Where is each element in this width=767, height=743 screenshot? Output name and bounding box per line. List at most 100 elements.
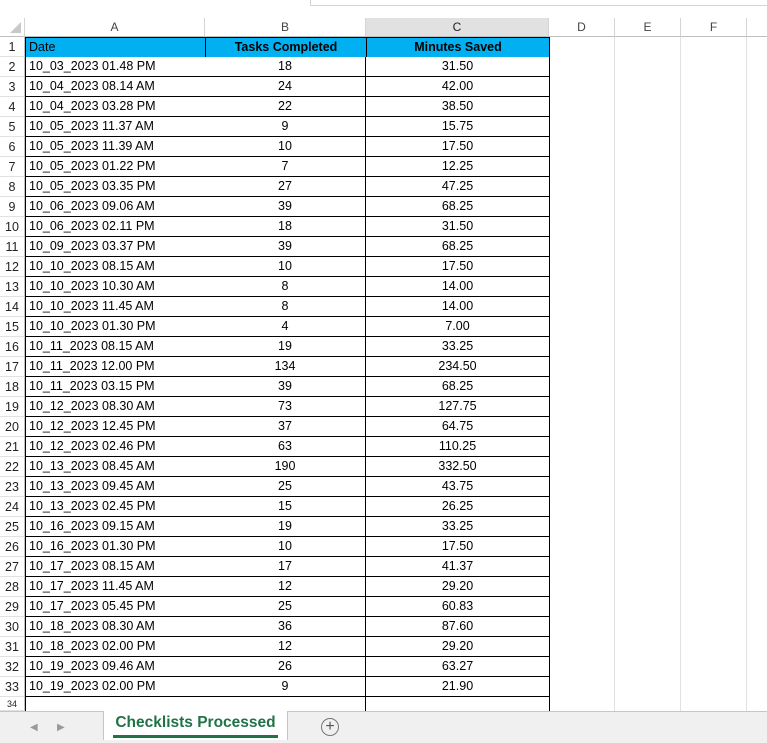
cell-minutes-saved[interactable]: 31.50 xyxy=(366,217,550,237)
header-cell-tasks-completed[interactable]: Tasks Completed xyxy=(205,37,367,58)
cell-minutes-saved[interactable]: 38.50 xyxy=(366,97,550,117)
row-header[interactable]: 2 xyxy=(0,57,25,77)
row-header[interactable]: 1 xyxy=(0,37,25,57)
row-header[interactable]: 14 xyxy=(0,297,25,317)
cell-date[interactable]: 10_16_2023 09.15 AM xyxy=(25,517,206,537)
cell-minutes-saved[interactable]: 12.25 xyxy=(366,157,550,177)
cell-tasks-completed[interactable]: 73 xyxy=(205,397,366,417)
cell-tasks-completed[interactable]: 12 xyxy=(205,577,366,597)
cell-minutes-saved[interactable]: 33.25 xyxy=(366,517,550,537)
cell-date[interactable]: 10_05_2023 11.39 AM xyxy=(25,137,206,157)
cell-date[interactable]: 10_05_2023 11.37 AM xyxy=(25,117,206,137)
cell-tasks-completed[interactable]: 63 xyxy=(205,437,366,457)
chevron-left-icon[interactable]: ◀ xyxy=(30,722,38,733)
cell-date[interactable]: 10_19_2023 09.46 AM xyxy=(25,657,206,677)
header-cell-minutes-saved[interactable]: Minutes Saved xyxy=(366,37,550,58)
row-header[interactable]: 20 xyxy=(0,417,25,437)
row-header[interactable]: 8 xyxy=(0,177,25,197)
cell-partial[interactable] xyxy=(205,697,366,711)
cell-tasks-completed[interactable]: 7 xyxy=(205,157,366,177)
row-header[interactable]: 7 xyxy=(0,157,25,177)
cell-date[interactable]: 10_18_2023 02.00 PM xyxy=(25,637,206,657)
cell-date[interactable]: 10_13_2023 02.45 PM xyxy=(25,497,206,517)
row-header[interactable]: 11 xyxy=(0,237,25,257)
cell-minutes-saved[interactable]: 29.20 xyxy=(366,577,550,597)
cell-tasks-completed[interactable]: 27 xyxy=(205,177,366,197)
cell-minutes-saved[interactable]: 63.27 xyxy=(366,657,550,677)
column-header-a[interactable]: A xyxy=(25,18,205,37)
row-header[interactable]: 17 xyxy=(0,357,25,377)
cell-date[interactable]: 10_10_2023 11.45 AM xyxy=(25,297,206,317)
row-header[interactable]: 33 xyxy=(0,677,25,697)
cell-date[interactable]: 10_04_2023 03.28 PM xyxy=(25,97,206,117)
cell-tasks-completed[interactable]: 36 xyxy=(205,617,366,637)
cell-tasks-completed[interactable]: 8 xyxy=(205,297,366,317)
cell-tasks-completed[interactable]: 12 xyxy=(205,637,366,657)
cell-tasks-completed[interactable]: 10 xyxy=(205,137,366,157)
cell-minutes-saved[interactable]: 14.00 xyxy=(366,277,550,297)
row-header[interactable]: 6 xyxy=(0,137,25,157)
row-header[interactable]: 31 xyxy=(0,637,25,657)
cell-tasks-completed[interactable]: 10 xyxy=(205,257,366,277)
cell-minutes-saved[interactable]: 64.75 xyxy=(366,417,550,437)
sheet-tab-checklists-processed[interactable]: Checklists Processed xyxy=(103,711,288,740)
row-header[interactable]: 4 xyxy=(0,97,25,117)
cell-tasks-completed[interactable]: 15 xyxy=(205,497,366,517)
column-header-g[interactable] xyxy=(747,18,767,37)
cell-minutes-saved[interactable]: 7.00 xyxy=(366,317,550,337)
cell-minutes-saved[interactable]: 68.25 xyxy=(366,377,550,397)
row-header[interactable]: 19 xyxy=(0,397,25,417)
cell-date[interactable]: 10_06_2023 09.06 AM xyxy=(25,197,206,217)
cell-minutes-saved[interactable]: 17.50 xyxy=(366,137,550,157)
cell-minutes-saved[interactable]: 17.50 xyxy=(366,257,550,277)
plus-circle-icon[interactable]: + xyxy=(321,718,339,736)
cell-date[interactable]: 10_17_2023 05.45 PM xyxy=(25,597,206,617)
cell-minutes-saved[interactable]: 29.20 xyxy=(366,637,550,657)
cell-tasks-completed[interactable]: 25 xyxy=(205,597,366,617)
cell-date[interactable]: 10_13_2023 08.45 AM xyxy=(25,457,206,477)
cell-date[interactable]: 10_12_2023 12.45 PM xyxy=(25,417,206,437)
cell-tasks-completed[interactable]: 10 xyxy=(205,537,366,557)
row-header[interactable]: 3 xyxy=(0,77,25,97)
row-header[interactable]: 27 xyxy=(0,557,25,577)
cell-minutes-saved[interactable]: 60.83 xyxy=(366,597,550,617)
column-header-d[interactable]: D xyxy=(549,18,615,37)
cell-date[interactable]: 10_11_2023 03.15 PM xyxy=(25,377,206,397)
row-header[interactable]: 9 xyxy=(0,197,25,217)
cell-date[interactable]: 10_17_2023 08.15 AM xyxy=(25,557,206,577)
cell-partial[interactable] xyxy=(25,697,206,711)
column-header-b[interactable]: B xyxy=(205,18,366,37)
row-header[interactable]: 18 xyxy=(0,377,25,397)
cell-date[interactable]: 10_10_2023 08.15 AM xyxy=(25,257,206,277)
cell-date[interactable]: 10_12_2023 02.46 PM xyxy=(25,437,206,457)
row-header[interactable]: 15 xyxy=(0,317,25,337)
column-header-f[interactable]: F xyxy=(681,18,747,37)
row-header[interactable]: 26 xyxy=(0,537,25,557)
chevron-right-icon[interactable]: ▶ xyxy=(57,722,65,733)
cell-tasks-completed[interactable]: 25 xyxy=(205,477,366,497)
cell-minutes-saved[interactable]: 43.75 xyxy=(366,477,550,497)
cell-minutes-saved[interactable]: 127.75 xyxy=(366,397,550,417)
cell-date[interactable]: 10_12_2023 08.30 AM xyxy=(25,397,206,417)
cell-date[interactable]: 10_11_2023 12.00 PM xyxy=(25,357,206,377)
cell-minutes-saved[interactable]: 87.60 xyxy=(366,617,550,637)
cell-minutes-saved[interactable]: 41.37 xyxy=(366,557,550,577)
row-header[interactable]: 24 xyxy=(0,497,25,517)
cell-tasks-completed[interactable]: 17 xyxy=(205,557,366,577)
cell-tasks-completed[interactable]: 9 xyxy=(205,117,366,137)
cell-tasks-completed[interactable]: 9 xyxy=(205,677,366,697)
cell-partial[interactable] xyxy=(366,697,550,711)
cell-date[interactable]: 10_09_2023 03.37 PM xyxy=(25,237,206,257)
cell-date[interactable]: 10_05_2023 03.35 PM xyxy=(25,177,206,197)
cell-tasks-completed[interactable]: 39 xyxy=(205,197,366,217)
cell-tasks-completed[interactable]: 190 xyxy=(205,457,366,477)
row-header[interactable]: 10 xyxy=(0,217,25,237)
select-all-corner[interactable] xyxy=(0,18,25,37)
cell-minutes-saved[interactable]: 234.50 xyxy=(366,357,550,377)
row-header[interactable]: 21 xyxy=(0,437,25,457)
cell-date[interactable]: 10_03_2023 01.48 PM xyxy=(25,57,206,77)
cell-minutes-saved[interactable]: 31.50 xyxy=(366,57,550,77)
cell-minutes-saved[interactable]: 14.00 xyxy=(366,297,550,317)
cell-date[interactable]: 10_13_2023 09.45 AM xyxy=(25,477,206,497)
cell-tasks-completed[interactable]: 19 xyxy=(205,337,366,357)
